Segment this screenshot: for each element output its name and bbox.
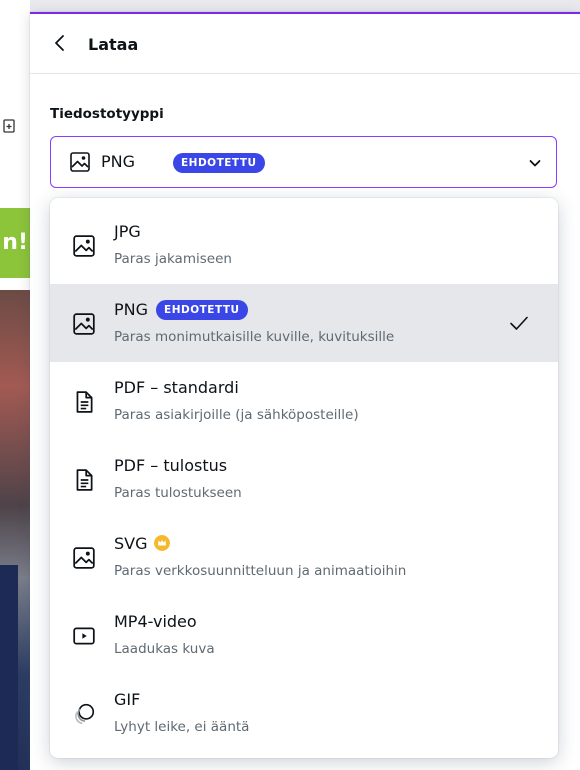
option-description: Paras monimutkaisille kuville, kuvituksi… — [114, 329, 395, 345]
option-name: MP4-video — [114, 612, 197, 631]
premium-crown-icon — [153, 535, 170, 551]
option-name: JPG — [114, 222, 141, 241]
panel-title: Lataa — [88, 35, 139, 54]
option-name: PDF – standardi — [114, 378, 239, 397]
option-name-row: SVG — [114, 534, 170, 553]
file-type-label: Tiedostotyyppi — [50, 106, 164, 122]
option-gif[interactable]: GIF Lyhyt leike, ei ääntä — [50, 674, 558, 752]
document-icon — [76, 391, 93, 413]
option-description: Laadukas kuva — [114, 641, 215, 657]
option-pdf-standard[interactable]: PDF – standardi Paras asiakirjoille (ja … — [50, 362, 558, 440]
file-type-select[interactable]: PNG EHDOTETTU — [50, 136, 557, 188]
chevron-down-icon — [529, 160, 541, 167]
recommended-badge: EHDOTETTU — [173, 153, 265, 173]
canvas-photo-dark — [0, 565, 18, 770]
option-name: PDF – tulostus — [114, 456, 228, 475]
checkmark-icon — [510, 316, 528, 330]
image-icon — [73, 547, 95, 569]
canvas-green-banner: n! — [0, 208, 30, 278]
option-png[interactable]: PNG EHDOTETTU Paras monimutkaisille kuvil… — [50, 284, 558, 362]
video-icon — [73, 627, 95, 645]
file-type-dropdown: JPG Paras jakamiseen PNG EHDOTETTU Paras … — [50, 198, 558, 758]
recommended-badge: EHDOTETTU — [156, 300, 248, 320]
add-page-icon — [3, 119, 15, 133]
option-name: SVG — [114, 534, 148, 553]
canvas-background: n! — [0, 0, 30, 770]
image-icon — [73, 313, 95, 335]
back-icon[interactable] — [50, 32, 72, 54]
option-jpg[interactable]: JPG Paras jakamiseen — [50, 206, 558, 284]
option-description: Lyhyt leike, ei ääntä — [114, 719, 250, 735]
image-icon — [70, 152, 90, 172]
option-description: Paras tulostukseen — [114, 485, 242, 501]
option-mp4[interactable]: MP4-video Laadukas kuva — [50, 596, 558, 674]
option-description: Paras jakamiseen — [114, 251, 232, 267]
option-description: Paras asiakirjoille (ja sähköposteille) — [114, 407, 359, 423]
option-svg[interactable]: SVG Paras verkkosuunnitteluun ja animaat… — [50, 518, 558, 596]
selected-file-type: PNG — [101, 152, 136, 171]
image-icon — [73, 235, 95, 257]
option-description: Paras verkkosuunnitteluun ja animaatioih… — [114, 563, 407, 579]
option-name-row: PNG EHDOTETTU — [114, 300, 248, 322]
option-pdf-print[interactable]: PDF – tulostus Paras tulostukseen — [50, 440, 558, 518]
document-icon — [76, 469, 93, 491]
option-name: PNG — [114, 300, 149, 319]
option-name: GIF — [114, 690, 141, 709]
gif-icon — [75, 703, 95, 725]
panel-header: Lataa — [30, 14, 580, 74]
